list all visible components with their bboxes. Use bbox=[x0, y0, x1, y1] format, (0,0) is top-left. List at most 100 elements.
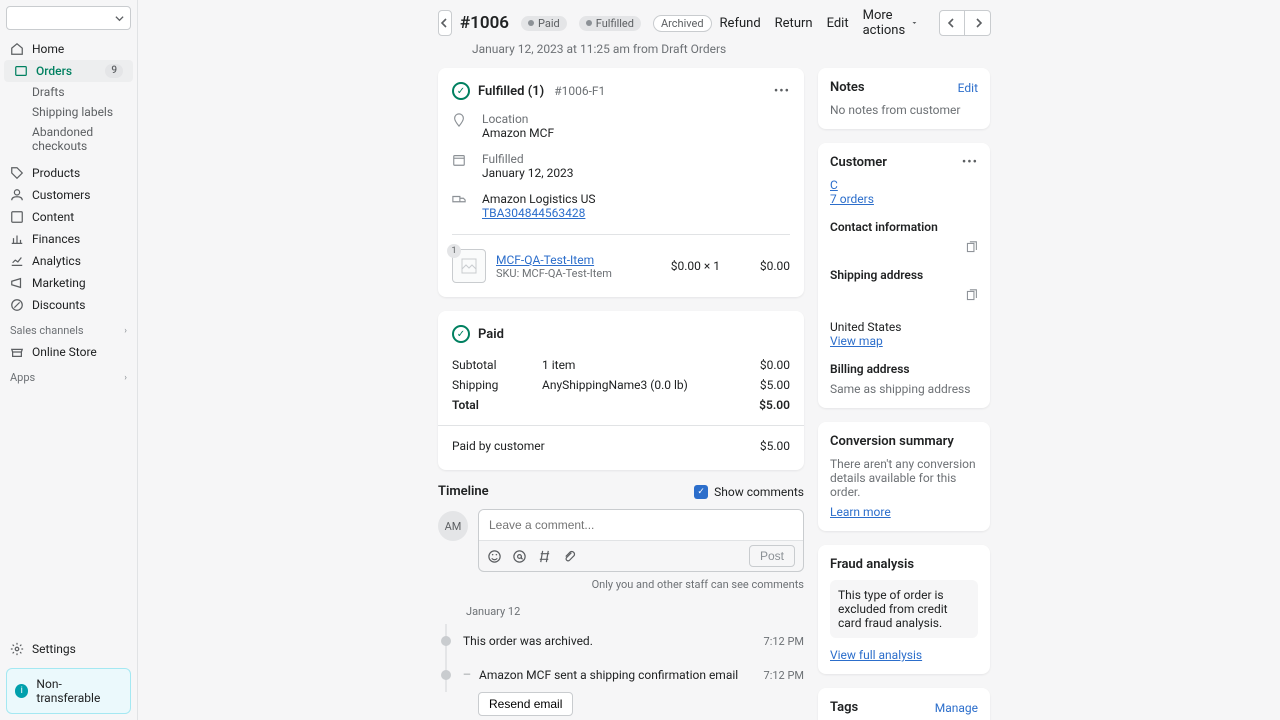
more-actions-menu[interactable]: More actions bbox=[863, 8, 918, 38]
fulfillment-title: Fulfilled (1) bbox=[478, 84, 544, 99]
chevron-right-icon bbox=[973, 18, 983, 28]
nav-finances[interactable]: Finances bbox=[0, 228, 137, 250]
tracking-link[interactable]: TBA304844563428 bbox=[482, 206, 596, 220]
quantity-badge: 1 bbox=[447, 244, 461, 258]
post-button[interactable]: Post bbox=[749, 545, 795, 567]
line-item-name[interactable]: MCF-QA-Test-Item bbox=[496, 253, 612, 267]
nav-orders-label: Orders bbox=[36, 64, 72, 78]
edit-action[interactable]: Edit bbox=[827, 16, 849, 31]
prev-order-button[interactable] bbox=[939, 10, 965, 36]
nav-settings[interactable]: Settings bbox=[0, 636, 137, 662]
notes-edit-link[interactable]: Edit bbox=[958, 81, 978, 95]
collapse-icon[interactable]: — bbox=[463, 670, 473, 681]
fulfillment-code: #1006-F1 bbox=[554, 84, 605, 98]
notes-card: Notes Edit No notes from customer bbox=[818, 68, 990, 129]
nav-discounts[interactable]: Discounts bbox=[0, 294, 137, 316]
fulfilled-label: Fulfilled bbox=[482, 152, 574, 166]
refund-action[interactable]: Refund bbox=[720, 16, 761, 31]
sales-channels-header[interactable]: Sales channels › bbox=[0, 316, 137, 341]
comment-composer: Post bbox=[478, 509, 804, 572]
return-action[interactable]: Return bbox=[775, 16, 813, 31]
tags-manage-link[interactable]: Manage bbox=[935, 701, 978, 715]
chevron-down-icon bbox=[115, 14, 124, 23]
pager bbox=[939, 10, 991, 36]
conversion-learn-more-link[interactable]: Learn more bbox=[830, 505, 891, 519]
customer-name-link[interactable]: C bbox=[830, 178, 838, 192]
nav-analytics[interactable]: Analytics bbox=[0, 250, 137, 272]
check-circle-icon: ✓ bbox=[452, 325, 470, 343]
fraud-view-link[interactable]: View full analysis bbox=[830, 648, 922, 662]
shipping-label: Shipping bbox=[452, 378, 542, 392]
next-order-button[interactable] bbox=[965, 10, 991, 36]
view-map-link[interactable]: View map bbox=[830, 334, 883, 348]
tags-card: Tags Manage bbox=[818, 688, 990, 720]
fulfillment-menu-button[interactable]: ••• bbox=[774, 84, 790, 99]
marketing-icon bbox=[10, 276, 24, 290]
nav-shipping-labels[interactable]: Shipping labels bbox=[0, 102, 137, 122]
emoji-icon[interactable] bbox=[487, 549, 502, 564]
location-label: Location bbox=[482, 112, 554, 126]
copy-icon[interactable] bbox=[965, 289, 978, 302]
resend-email-button[interactable]: Resend email bbox=[478, 692, 573, 716]
timeline-time: 7:12 PM bbox=[764, 669, 804, 682]
nav-drafts[interactable]: Drafts bbox=[0, 82, 137, 102]
page-header: #1006 Paid Fulfilled Archived Refund Ret… bbox=[138, 0, 1280, 42]
timeline-time: 7:12 PM bbox=[764, 635, 804, 648]
line-item: 1 MCF-QA-Test-Item SKU: MCF-QA-Test-Item… bbox=[452, 234, 790, 283]
chevron-left-icon bbox=[947, 18, 957, 28]
nav-marketing[interactable]: Marketing bbox=[0, 272, 137, 294]
location-value: Amazon MCF bbox=[482, 126, 554, 140]
gear-icon bbox=[10, 642, 24, 656]
user-avatar: AM bbox=[438, 511, 468, 541]
contact-info-value bbox=[830, 240, 833, 254]
paid-by-label: Paid by customer bbox=[452, 439, 720, 453]
location-icon bbox=[452, 112, 470, 140]
chevron-right-icon: › bbox=[124, 373, 127, 383]
hashtag-icon[interactable] bbox=[537, 549, 552, 564]
nav-orders[interactable]: Orders 9 bbox=[4, 60, 133, 82]
payment-card: ✓ Paid Subtotal 1 item $0.00 Shipping An… bbox=[438, 311, 804, 470]
store-selector[interactable] bbox=[6, 6, 131, 30]
line-item-sku: SKU: MCF-QA-Test-Item bbox=[496, 267, 612, 280]
mention-icon[interactable] bbox=[512, 549, 527, 564]
comment-input[interactable] bbox=[479, 510, 803, 540]
copy-icon[interactable] bbox=[965, 241, 978, 254]
nav-content[interactable]: Content bbox=[0, 206, 137, 228]
check-circle-icon: ✓ bbox=[452, 82, 470, 100]
back-button[interactable] bbox=[438, 10, 452, 36]
timeline-dot-icon bbox=[441, 670, 451, 680]
timeline-item: This order was archived. 7:12 PM bbox=[438, 624, 804, 658]
customer-orders-link[interactable]: 7 orders bbox=[830, 192, 874, 206]
total-label: Total bbox=[452, 398, 542, 412]
caret-down-icon bbox=[912, 19, 917, 27]
shipping-address-label: Shipping address bbox=[830, 268, 923, 282]
attachment-icon[interactable] bbox=[562, 549, 577, 564]
billing-address-label: Billing address bbox=[830, 362, 978, 376]
shipping-address-value bbox=[830, 288, 833, 302]
nav-customers[interactable]: Customers bbox=[0, 184, 137, 206]
billing-same-text: Same as shipping address bbox=[830, 382, 978, 396]
nav-home[interactable]: Home bbox=[0, 38, 137, 60]
customer-title: Customer bbox=[830, 155, 887, 170]
show-comments-toggle[interactable]: ✓ Show comments bbox=[694, 485, 804, 499]
nontransferable-banner[interactable]: i Non-transferable bbox=[6, 668, 131, 714]
header-actions: Refund Return Edit More actions bbox=[720, 8, 992, 38]
customer-menu-button[interactable]: ••• bbox=[962, 155, 978, 170]
home-icon bbox=[10, 42, 24, 56]
calendar-icon bbox=[452, 152, 470, 180]
apps-header[interactable]: Apps › bbox=[0, 363, 137, 388]
nav-abandoned-checkouts[interactable]: Abandoned checkouts bbox=[0, 122, 137, 156]
timeline-item: — Amazon MCF sent a shipping confirmatio… bbox=[438, 658, 804, 692]
notes-empty: No notes from customer bbox=[830, 103, 978, 117]
nav-products-label: Products bbox=[32, 166, 80, 180]
info-icon: i bbox=[15, 684, 28, 698]
nav-online-store[interactable]: Online Store bbox=[0, 341, 137, 363]
nav-products[interactable]: Products bbox=[0, 162, 137, 184]
finances-icon bbox=[10, 232, 24, 246]
nav: Home Orders 9 Drafts Shipping labels Aba… bbox=[0, 38, 137, 636]
nav-content-label: Content bbox=[32, 210, 74, 224]
order-subhead: January 12, 2023 at 11:25 am from Draft … bbox=[138, 42, 1280, 68]
chevron-right-icon: › bbox=[124, 326, 127, 336]
shipping-value: $5.00 bbox=[720, 378, 790, 392]
total-value: $5.00 bbox=[720, 398, 790, 412]
